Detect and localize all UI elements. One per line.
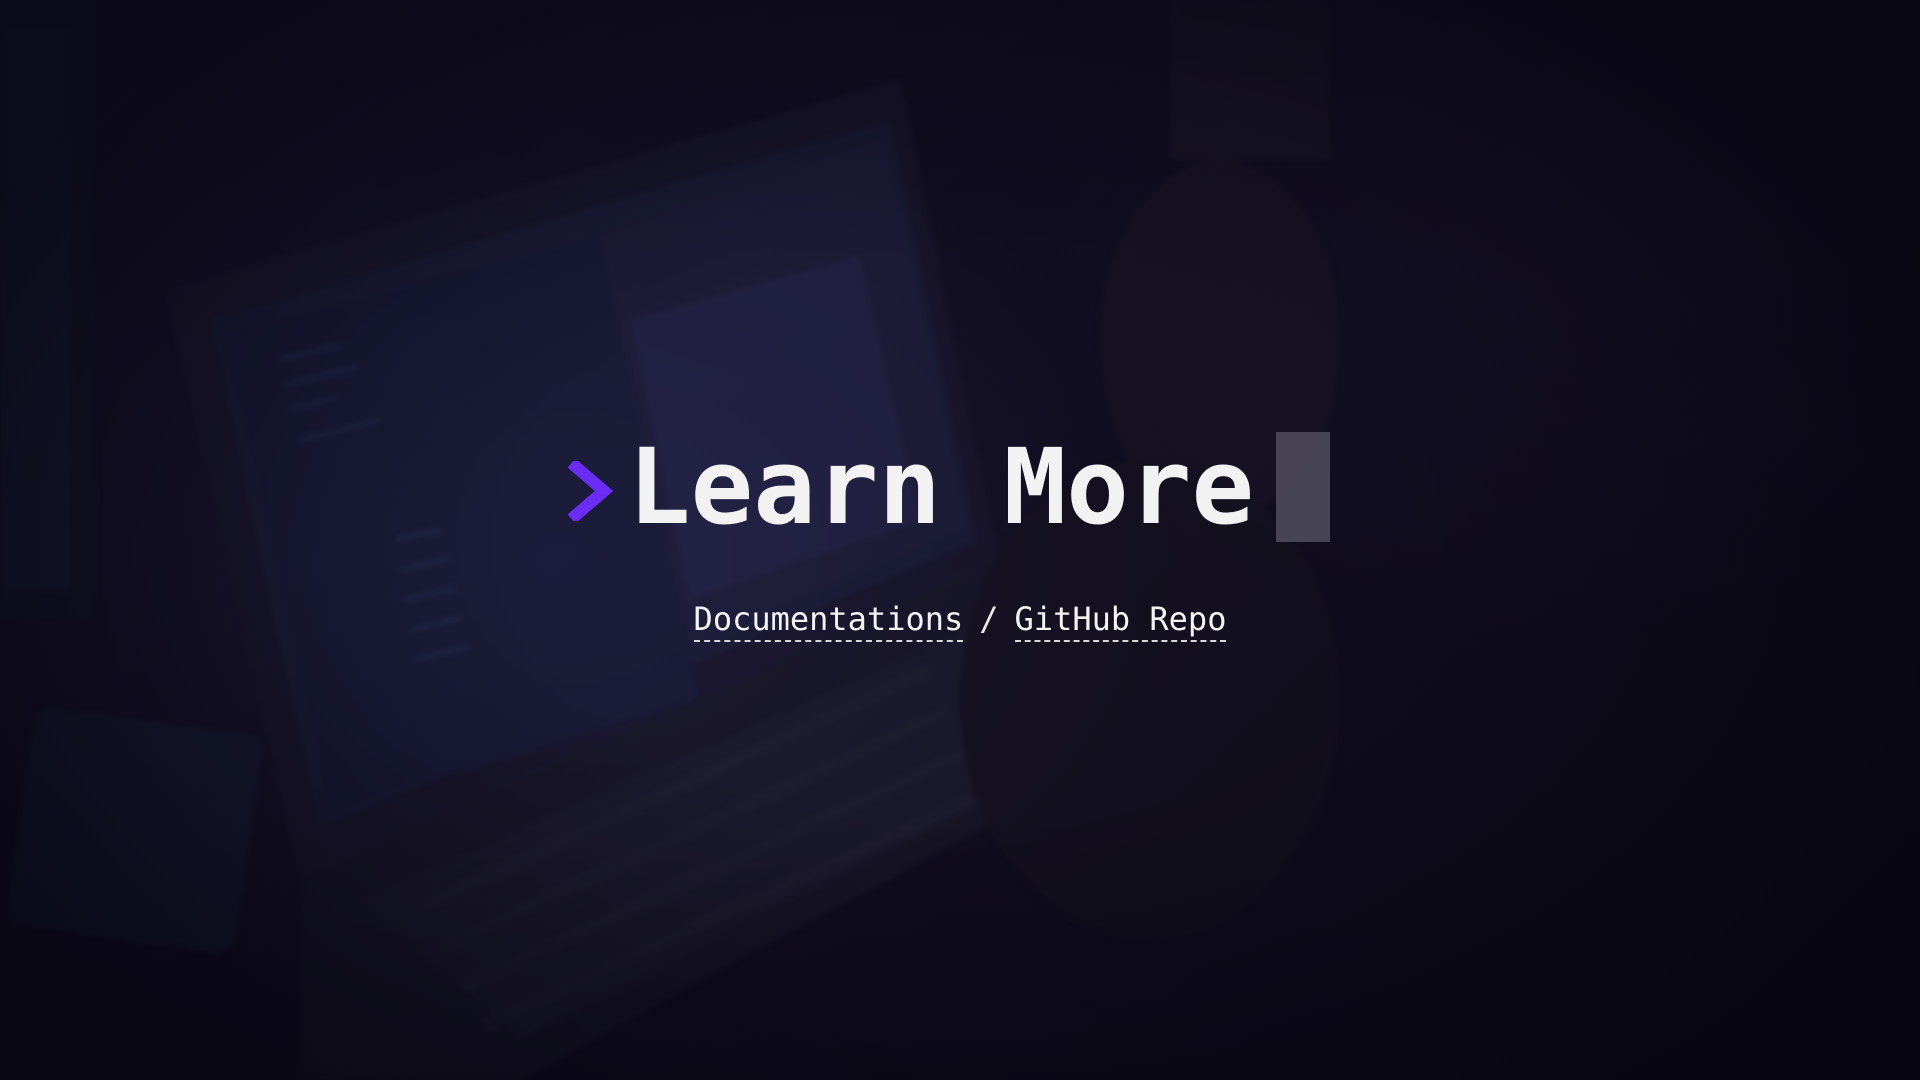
hero-section: Learn More Documentations / GitHub Repo	[0, 0, 1920, 1080]
github-repo-link[interactable]: GitHub Repo	[1014, 600, 1227, 642]
page-title: Learn More	[628, 426, 1255, 548]
link-row: Documentations / GitHub Repo	[0, 600, 1920, 642]
title-row: Learn More	[568, 426, 1331, 548]
link-separator: /	[979, 600, 999, 638]
text-cursor-block	[1276, 432, 1331, 542]
chevron-right-icon	[568, 461, 614, 521]
hero-content: Learn More Documentations / GitHub Repo	[0, 0, 1920, 1080]
documentation-link[interactable]: Documentations	[693, 600, 964, 642]
